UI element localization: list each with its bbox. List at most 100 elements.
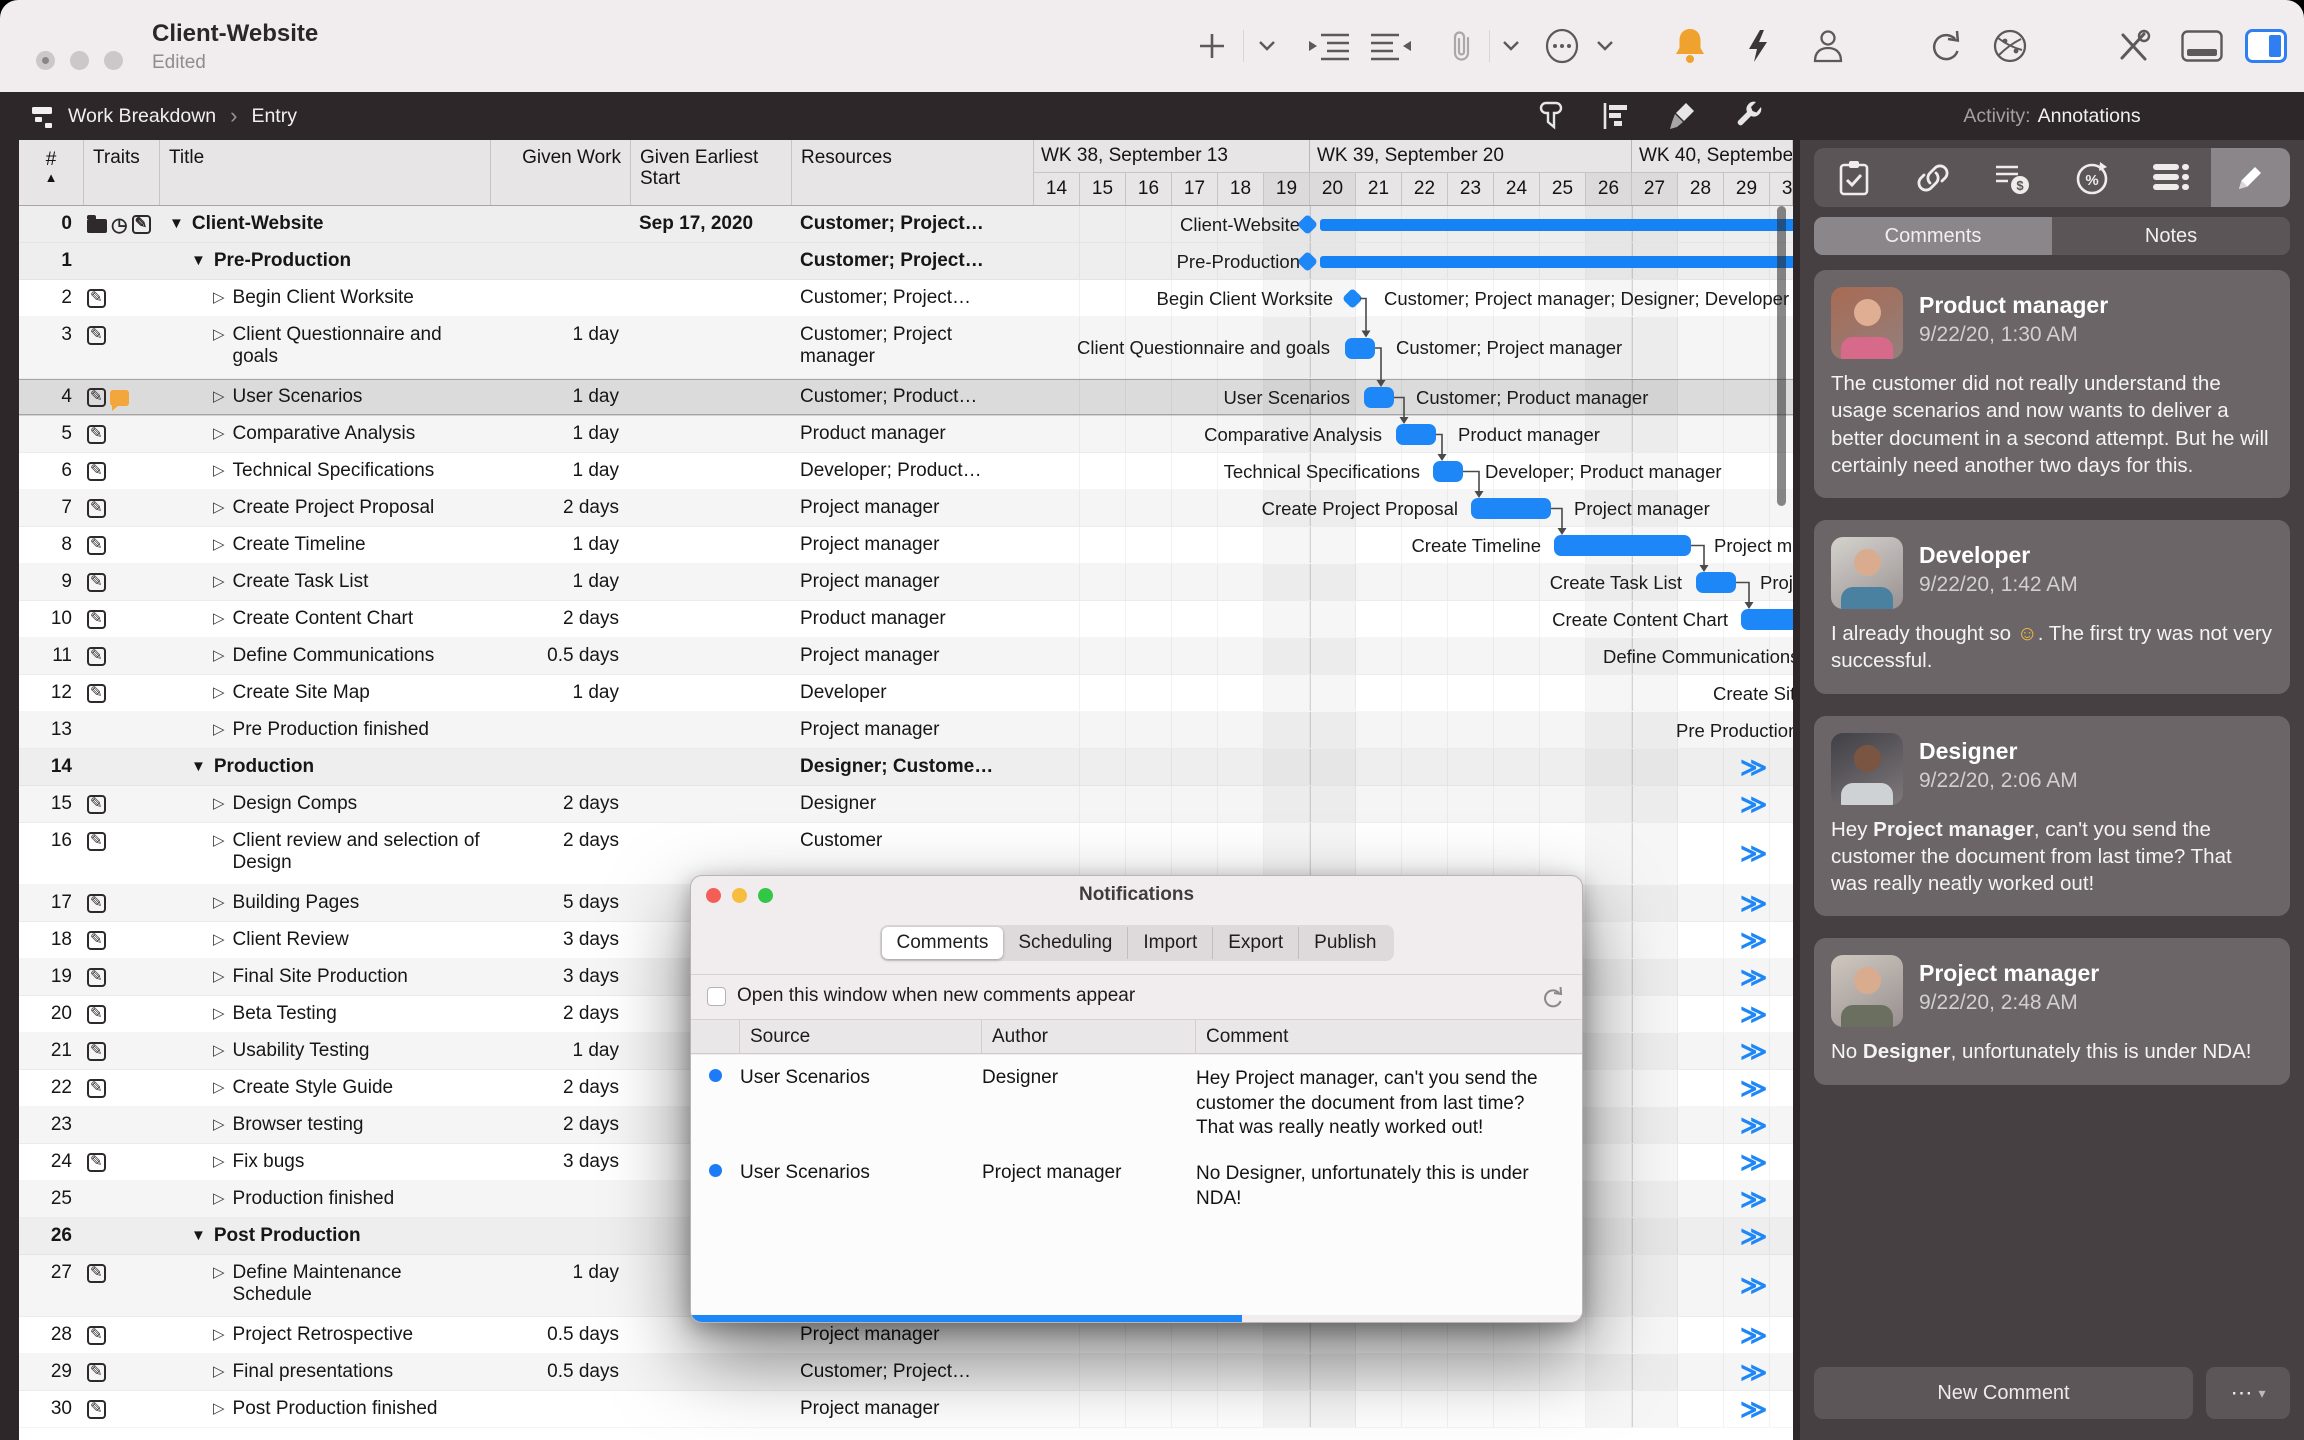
gantt-day-header[interactable]: 22	[1402, 173, 1448, 206]
column-header-given-earliest-start[interactable]: Given Earliest Start	[631, 140, 792, 205]
column-header-title[interactable]: Title	[160, 140, 491, 205]
column-header-traits[interactable]: Traits	[84, 140, 160, 205]
notifications-column-header[interactable]: Source	[740, 1020, 982, 1053]
settings-wrench-icon[interactable]	[1734, 101, 1764, 131]
tab-details-rows-icon[interactable]	[2131, 148, 2210, 207]
table-row[interactable]: 9▷Create Task List1 dayProject managerCr…	[19, 564, 1793, 601]
gantt-day-header[interactable]: 21	[1356, 173, 1402, 206]
scroll-to-bar-chevron[interactable]: ≫	[1740, 1270, 1767, 1301]
scroll-to-bar-chevron[interactable]: ≫	[1740, 789, 1767, 820]
vertical-scrollbar[interactable]	[1777, 206, 1786, 506]
scroll-to-bar-chevron[interactable]: ≫	[1740, 1320, 1767, 1351]
gantt-day-header[interactable]: 19	[1264, 173, 1310, 206]
summary-start-marker[interactable]	[1297, 214, 1318, 235]
scroll-to-bar-chevron[interactable]: ≫	[1740, 888, 1767, 919]
breadcrumb[interactable]: Work Breakdown › Entry	[30, 92, 297, 140]
gantt-day-header[interactable]: 24	[1494, 173, 1540, 206]
gantt-row[interactable]: Technical SpecificationsDeveloper; Produ…	[1034, 453, 1793, 489]
gantt-day-header[interactable]: 26	[1586, 173, 1632, 206]
summary-bar[interactable]	[1320, 256, 1793, 268]
outline-view-icon[interactable]	[1602, 101, 1630, 131]
notifications-tab-comments[interactable]: Comments	[882, 927, 1004, 959]
gantt-row[interactable]: ≫	[1034, 749, 1793, 785]
scroll-to-bar-chevron[interactable]: ≫	[1740, 1036, 1767, 1067]
tab-links-icon[interactable]	[1893, 148, 1972, 207]
gantt-day-header[interactable]: 28	[1678, 173, 1724, 206]
table-row[interactable]: 13▷Pre Production finishedProject manage…	[19, 712, 1793, 749]
gantt-row[interactable]: Create Content Chart	[1034, 601, 1793, 637]
style-brush-icon[interactable]	[1668, 101, 1696, 131]
gantt-day-header[interactable]: 20	[1310, 173, 1356, 206]
gantt-row[interactable]: Pre Production finished	[1034, 712, 1793, 748]
column-header-number[interactable]: #▲	[19, 140, 84, 205]
gantt-row[interactable]: User ScenariosCustomer; Product manager	[1034, 379, 1793, 415]
notifications-tab-publish[interactable]: Publish	[1298, 927, 1391, 959]
scroll-to-bar-chevron[interactable]: ≫	[1740, 1221, 1767, 1252]
tab-progress-icon[interactable]: %	[2052, 148, 2131, 207]
task-bar[interactable]	[1364, 387, 1394, 408]
scroll-to-bar-chevron[interactable]: ≫	[1740, 962, 1767, 993]
gantt-week-header[interactable]: WK 39, September 20	[1310, 140, 1632, 172]
notifications-tab-export[interactable]: Export	[1212, 927, 1298, 959]
more-actions-button[interactable]	[1542, 0, 1582, 92]
column-header-resources[interactable]: Resources	[792, 140, 1034, 205]
table-row[interactable]: 0◷▼Client-WebsiteSep 17, 2020Customer; P…	[19, 206, 1793, 243]
scroll-to-bar-chevron[interactable]: ≫	[1740, 1110, 1767, 1141]
sync-icon[interactable]	[1922, 0, 1966, 92]
table-row[interactable]: 10▷Create Content Chart2 daysProduct man…	[19, 601, 1793, 638]
bottom-panel-toggle[interactable]	[2178, 0, 2226, 92]
table-row[interactable]: 1▼Pre-ProductionCustomer; Project…Pre-Pr…	[19, 243, 1793, 280]
gantt-row[interactable]: Create Project ProposalProject manager	[1034, 490, 1793, 526]
gantt-row[interactable]: Client Questionnaire and goalsCustomer; …	[1034, 317, 1793, 378]
filter-funnel-icon[interactable]	[1538, 101, 1564, 131]
table-row[interactable]: 30▷Post Production finishedProject manag…	[19, 1391, 1793, 1428]
task-bar[interactable]	[1471, 498, 1551, 519]
settings-tools-icon[interactable]	[2112, 0, 2156, 92]
comment-card[interactable]: Developer9/22/20, 1:42 AMI already thoug…	[1814, 520, 2290, 694]
gantt-row[interactable]: Create TimelineProject manager	[1034, 527, 1793, 563]
notifications-column-header[interactable]: Comment	[1196, 1020, 1582, 1053]
column-header-given-work[interactable]: Given Work	[491, 140, 631, 205]
gantt-row[interactable]: Begin Client WorksiteCustomer; Project m…	[1034, 280, 1793, 316]
table-row[interactable]: 7▷Create Project Proposal2 daysProject m…	[19, 490, 1793, 527]
comment-card[interactable]: Project manager9/22/20, 2:48 AMNo Design…	[1814, 938, 2290, 1084]
gantt-day-header[interactable]: 14	[1034, 173, 1080, 206]
notifications-column-header[interactable]	[691, 1020, 740, 1053]
minimize-button[interactable]	[70, 51, 89, 70]
gantt-day-header[interactable]: 15	[1080, 173, 1126, 206]
annotation-tab-notes[interactable]: Notes	[2052, 217, 2290, 255]
gantt-row[interactable]: Client-Website	[1034, 206, 1793, 242]
task-bar[interactable]	[1554, 535, 1691, 556]
add-item-button[interactable]	[1192, 0, 1232, 92]
scroll-to-bar-chevron[interactable]: ≫	[1740, 1073, 1767, 1104]
notifications-bell-icon[interactable]	[1668, 0, 1712, 92]
add-item-menu-chevron-icon[interactable]	[1252, 0, 1282, 92]
scroll-to-bar-chevron[interactable]: ≫	[1740, 1394, 1767, 1425]
gantt-day-header[interactable]: 30	[1770, 173, 1793, 206]
gantt-day-header[interactable]: 29	[1724, 173, 1770, 206]
milestone-diamond[interactable]	[1341, 288, 1362, 309]
table-row[interactable]: 6▷Technical Specifications1 dayDeveloper…	[19, 453, 1793, 490]
table-row[interactable]: 2▷Begin Client WorksiteCustomer; Project…	[19, 280, 1793, 317]
table-row[interactable]: 5▷Comparative Analysis1 dayProduct manag…	[19, 416, 1793, 453]
notifications-tab-import[interactable]: Import	[1127, 927, 1212, 959]
gantt-row[interactable]: Comparative AnalysisProduct manager	[1034, 416, 1793, 452]
network-globe-icon[interactable]	[1988, 0, 2032, 92]
scroll-to-bar-chevron[interactable]: ≫	[1740, 925, 1767, 956]
annotation-tab-comments[interactable]: Comments	[1814, 217, 2052, 255]
open-window-checkbox[interactable]	[707, 987, 726, 1006]
gantt-timescale-header[interactable]: WK 38, September 13WK 39, September 20WK…	[1034, 140, 1793, 205]
gantt-day-header[interactable]: 16	[1126, 173, 1172, 206]
task-bar[interactable]	[1433, 461, 1463, 482]
notifications-tab-scheduling[interactable]: Scheduling	[1003, 927, 1127, 959]
collapse-triangle-icon[interactable]: ▼	[169, 213, 184, 232]
comment-card[interactable]: Designer9/22/20, 2:06 AMHey Project mana…	[1814, 716, 2290, 917]
gantt-row[interactable]: ≫	[1034, 786, 1793, 822]
table-row[interactable]: 12▷Create Site Map1 dayDeveloperCreate S…	[19, 675, 1793, 712]
tab-annotations-pencil-icon[interactable]	[2211, 148, 2290, 207]
tab-finance-icon[interactable]: $	[1973, 148, 2052, 207]
attachment-menu-chevron-icon[interactable]	[1496, 0, 1526, 92]
collapse-triangle-icon[interactable]: ▼	[191, 1225, 206, 1244]
table-row[interactable]: 4▷User Scenarios1 dayCustomer; Product…U…	[19, 379, 1793, 416]
scroll-to-bar-chevron[interactable]: ≫	[1740, 1184, 1767, 1215]
